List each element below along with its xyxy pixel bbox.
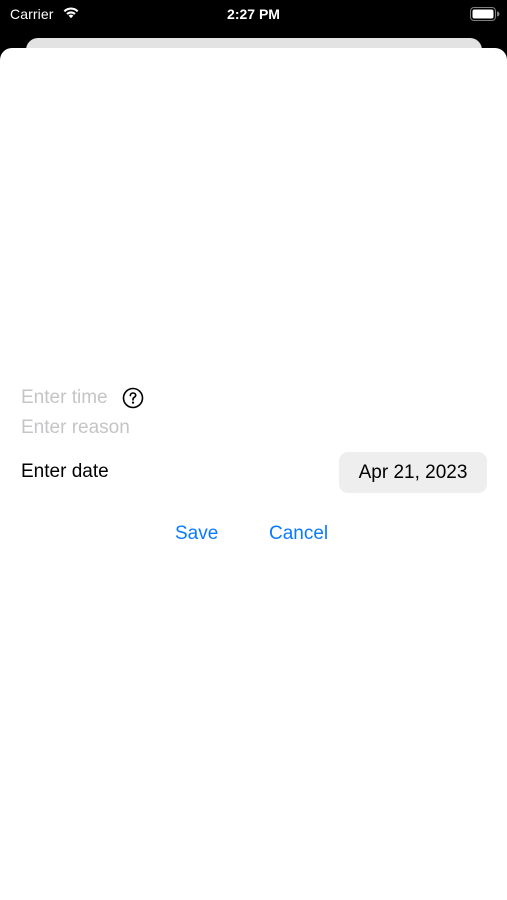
question-circle-icon[interactable]: [122, 387, 144, 409]
cancel-button[interactable]: Cancel: [269, 523, 328, 545]
time-placeholder[interactable]: Enter time: [21, 387, 108, 409]
date-picker-button[interactable]: Apr 21, 2023: [339, 452, 487, 493]
status-time: 2:27 PM: [227, 6, 280, 22]
reason-field[interactable]: Enter reason: [21, 417, 130, 439]
status-bar: Carrier 2:27 PM: [0, 0, 507, 30]
time-field[interactable]: Enter time: [21, 386, 144, 410]
date-label: Enter date: [21, 461, 109, 482]
save-button[interactable]: Save: [175, 523, 218, 545]
battery-icon: [470, 7, 500, 21]
